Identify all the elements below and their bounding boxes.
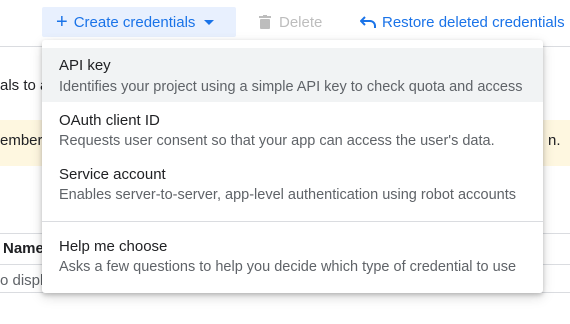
delete-button[interactable]: Delete <box>259 7 322 37</box>
menu-item-description: Asks a few questions to help you decide … <box>59 259 517 275</box>
table-empty-text: o displ <box>0 272 44 289</box>
menu-item-description: Identifies your project using a simple A… <box>59 79 523 95</box>
menu-item-oauth-client-id[interactable]: OAuth client ID Requests user consent so… <box>42 104 543 158</box>
menu-separator <box>42 221 543 222</box>
menu-item-title: Help me choose <box>59 238 168 255</box>
delete-label: Delete <box>279 13 323 31</box>
menu-item-title: OAuth client ID <box>59 112 160 129</box>
menu-item-title: Service account <box>59 166 166 183</box>
menu-item-description: Requests user consent so that your app c… <box>59 133 495 149</box>
plus-icon: + <box>56 11 68 33</box>
undo-icon <box>360 16 376 28</box>
menu-item-help-me-choose[interactable]: Help me choose Asks a few questions to h… <box>42 230 543 284</box>
menu-item-api-key[interactable]: API key Identifies your project using a … <box>42 48 543 102</box>
create-credentials-label: Create credentials <box>73 13 196 31</box>
create-credentials-button[interactable]: + Create credentials <box>42 7 236 37</box>
create-credentials-menu: API key Identifies your project using a … <box>42 40 543 293</box>
menu-item-service-account[interactable]: Service account Enables server-to-server… <box>42 158 543 212</box>
restore-deleted-credentials-button[interactable]: Restore deleted credentials <box>360 7 565 37</box>
menu-item-description: Enables server-to-server, app-level auth… <box>59 187 517 203</box>
column-header-name[interactable]: Name <box>3 240 44 257</box>
trash-icon <box>259 15 271 29</box>
banner-text-right: n. <box>548 132 561 149</box>
caret-down-icon <box>204 19 215 25</box>
menu-item-title: API key <box>59 57 111 74</box>
restore-label: Restore deleted credentials <box>382 13 565 31</box>
